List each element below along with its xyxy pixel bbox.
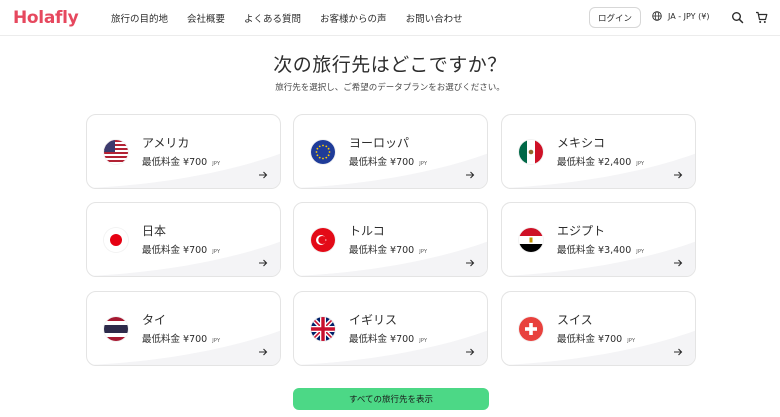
nav-item-destinations[interactable]: 旅行の目的地 bbox=[111, 11, 168, 25]
page-title: 次の旅行先はどこですか？ bbox=[273, 54, 507, 76]
mexico-flag-icon bbox=[519, 140, 543, 164]
login-button[interactable]: ログイン bbox=[589, 7, 641, 28]
arrow-right-icon bbox=[674, 259, 683, 267]
destination-price: 最低料金 ¥2,400 JPY bbox=[557, 157, 645, 168]
logo-text: Holafly bbox=[13, 8, 79, 28]
view-all-destinations-button[interactable]: すべての旅行先を表示 bbox=[293, 388, 489, 410]
destination-card-thailand[interactable]: タイ 最低料金 ¥700 JPY bbox=[86, 291, 281, 366]
currency-label: JPY bbox=[419, 161, 428, 167]
currency-label: JPY bbox=[636, 249, 645, 255]
destination-price: 最低料金 ¥700 JPY bbox=[557, 334, 636, 345]
site-header: Holafly 旅行の目的地 会社概要 よくある質問 お客様からの声 お問い合わ… bbox=[0, 0, 780, 36]
currency-label: JPY bbox=[627, 338, 636, 344]
nav-item-about[interactable]: 会社概要 bbox=[187, 11, 225, 25]
destination-name: タイ bbox=[142, 313, 167, 327]
destination-price: 最低料金 ¥700 JPY bbox=[142, 245, 221, 256]
currency-label: JPY bbox=[212, 161, 221, 167]
destination-name: 日本 bbox=[142, 224, 167, 238]
language-selector[interactable]: JA - JPY (¥) bbox=[652, 11, 709, 21]
arrow-right-icon bbox=[466, 171, 475, 179]
nav-item-faq[interactable]: よくある質問 bbox=[244, 11, 301, 25]
usa-flag-icon bbox=[104, 140, 128, 164]
nav-item-reviews[interactable]: お客様からの声 bbox=[320, 11, 387, 25]
destination-price: 最低料金 ¥700 JPY bbox=[349, 245, 428, 256]
destination-name: トルコ bbox=[349, 224, 385, 238]
arrow-right-icon bbox=[466, 259, 475, 267]
currency-label: JPY bbox=[212, 338, 221, 344]
arrow-right-icon bbox=[466, 348, 475, 356]
egypt-flag-icon bbox=[519, 228, 543, 252]
currency-label: JPY bbox=[212, 249, 221, 255]
destination-price: 最低料金 ¥700 JPY bbox=[142, 334, 221, 345]
destination-card-europe[interactable]: ヨーロッパ 最低料金 ¥700 JPY bbox=[293, 114, 488, 189]
currency-label: JPY bbox=[419, 249, 428, 255]
destination-card-japan[interactable]: 日本 最低料金 ¥700 JPY bbox=[86, 202, 281, 277]
destination-price: 最低料金 ¥700 JPY bbox=[349, 157, 428, 168]
destination-card-turkey[interactable]: トルコ 最低料金 ¥700 JPY bbox=[293, 202, 488, 277]
switzerland-flag-icon bbox=[519, 317, 543, 341]
destination-card-uk[interactable]: イギリス 最低料金 ¥700 JPY bbox=[293, 291, 488, 366]
destination-name: イギリス bbox=[349, 313, 398, 327]
destination-card-usa[interactable]: アメリカ 最低料金 ¥700 JPY bbox=[86, 114, 281, 189]
destination-name: ヨーロッパ bbox=[349, 136, 410, 150]
language-label: JA - JPY (¥) bbox=[668, 11, 710, 21]
destination-price: 最低料金 ¥3,400 JPY bbox=[557, 245, 645, 256]
nav-item-contact[interactable]: お問い合わせ bbox=[406, 11, 463, 25]
destination-name: アメリカ bbox=[142, 136, 190, 150]
destination-name: エジプト bbox=[557, 224, 606, 238]
holafly-logo[interactable]: Holafly bbox=[13, 7, 79, 29]
arrow-right-icon bbox=[259, 259, 268, 267]
destination-price: 最低料金 ¥700 JPY bbox=[349, 334, 428, 345]
main-nav: 旅行の目的地 会社概要 よくある質問 お客様からの声 お問い合わせ bbox=[111, 11, 482, 25]
search-icon[interactable] bbox=[731, 11, 744, 24]
arrow-right-icon bbox=[259, 171, 268, 179]
thailand-flag-icon bbox=[104, 317, 128, 341]
globe-icon bbox=[652, 11, 662, 21]
destination-name: スイス bbox=[557, 313, 593, 327]
page-subtitle: 旅行先を選択し、ご希望のデータプランをお選びください。 bbox=[275, 83, 505, 93]
destination-card-mexico[interactable]: メキシコ 最低料金 ¥2,400 JPY bbox=[501, 114, 696, 189]
currency-label: JPY bbox=[419, 338, 428, 344]
eu-flag-icon bbox=[311, 140, 335, 164]
turkey-flag-icon bbox=[311, 228, 335, 252]
japan-flag-icon bbox=[104, 228, 128, 252]
destination-card-switzerland[interactable]: スイス 最低料金 ¥700 JPY bbox=[501, 291, 696, 366]
destination-price: 最低料金 ¥700 JPY bbox=[142, 157, 221, 168]
currency-label: JPY bbox=[636, 161, 645, 167]
arrow-right-icon bbox=[259, 348, 268, 356]
destination-card-egypt[interactable]: エジプト 最低料金 ¥3,400 JPY bbox=[501, 202, 696, 277]
cart-icon[interactable] bbox=[755, 11, 768, 24]
arrow-right-icon bbox=[674, 171, 683, 179]
uk-flag-icon bbox=[311, 317, 335, 341]
arrow-right-icon bbox=[674, 348, 683, 356]
destination-name: メキシコ bbox=[557, 136, 606, 150]
